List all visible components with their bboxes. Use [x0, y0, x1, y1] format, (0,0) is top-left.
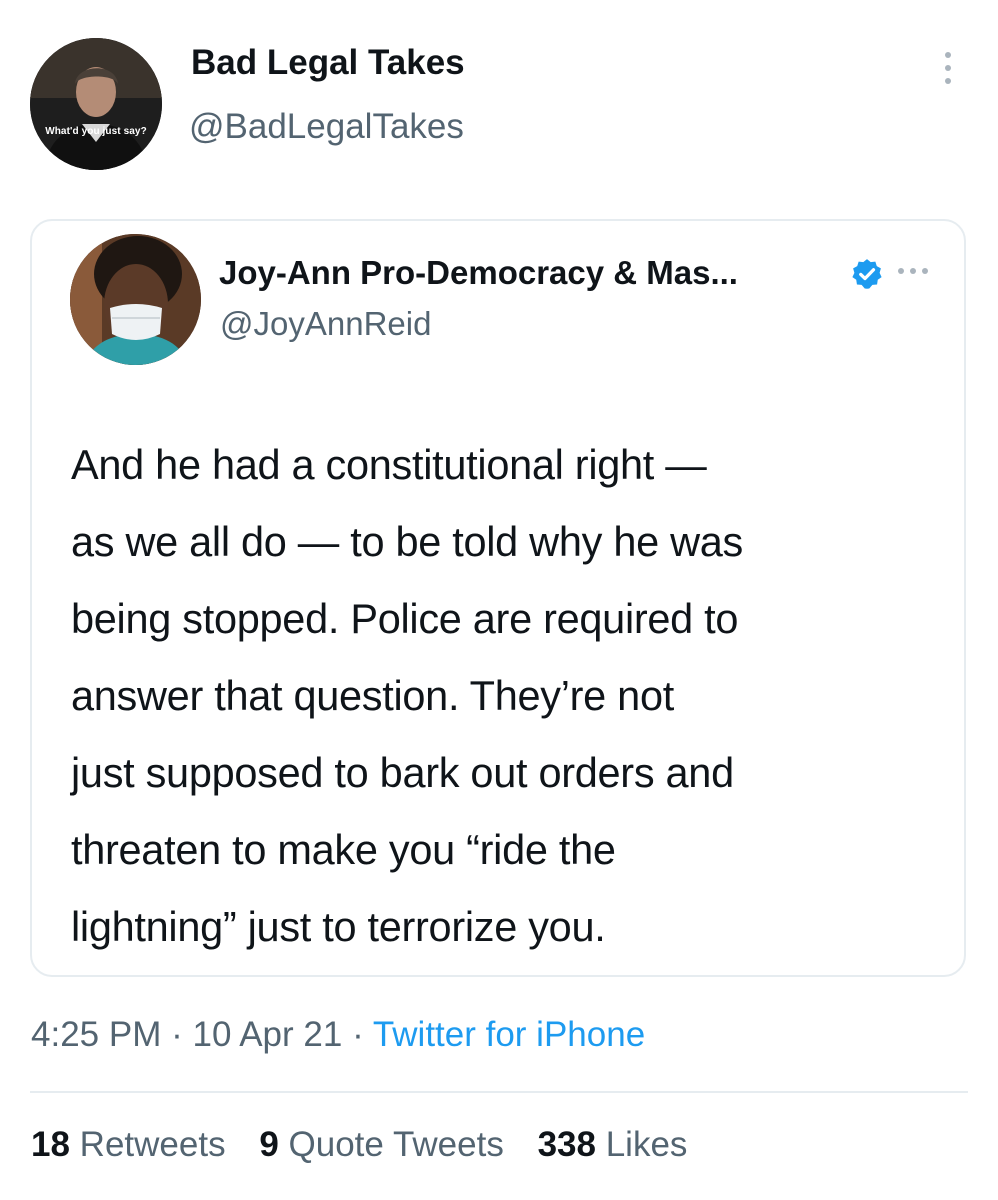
more-horizontal-icon[interactable] — [896, 261, 936, 281]
more-vertical-icon[interactable] — [936, 48, 960, 88]
author-avatar[interactable]: What'd you just say? — [30, 38, 162, 170]
meta-separator: · — [171, 1015, 183, 1054]
verified-badge-icon — [852, 259, 882, 289]
tweet-text-line: answer that question. They’re not — [71, 672, 674, 719]
retweets-count: 18 — [31, 1125, 70, 1164]
quoted-tweet-text: And he had a constitutional right — as w… — [71, 426, 941, 965]
tweet-text-line: being stopped. Police are required to — [71, 595, 739, 642]
avatar-caption: What'd you just say? — [45, 126, 147, 137]
quoted-author-avatar[interactable] — [70, 234, 201, 365]
person-avatar-icon — [70, 234, 201, 365]
author-handle[interactable]: @BadLegalTakes — [189, 107, 464, 147]
divider — [30, 1091, 968, 1093]
quoted-display-name[interactable]: Joy-Ann Pro-Democracy & Mas... — [219, 254, 738, 292]
quote-tweets-label: Quote Tweets — [288, 1125, 504, 1164]
tweet-text-line: lightning” just to terrorize you. — [71, 903, 606, 950]
tweet-meta: 4:25 PM · 10 Apr 21 · Twitter for iPhone — [31, 1015, 645, 1055]
quoted-tweet-card[interactable]: Joy-Ann Pro-Democracy & Mas... @JoyAnnRe… — [30, 219, 966, 977]
tweet-time[interactable]: 4:25 PM — [31, 1015, 161, 1054]
tweet-text-line: just supposed to bark out orders and — [71, 749, 734, 796]
judge-avatar-icon — [30, 38, 162, 170]
tweet-text-line: And he had a constitutional right — — [71, 441, 707, 488]
retweets-label: Retweets — [79, 1125, 226, 1164]
tweet-text-line: threaten to make you “ride the — [71, 826, 616, 873]
likes-count: 338 — [537, 1125, 596, 1164]
meta-separator: · — [352, 1015, 364, 1054]
quote-tweets-stat[interactable]: 9 Quote Tweets — [259, 1125, 504, 1165]
tweet-text-line: as we all do — to be told why he was — [71, 518, 744, 565]
likes-stat[interactable]: 338 Likes — [538, 1125, 688, 1165]
tweet-stats: 18 Retweets 9 Quote Tweets 338 Likes — [31, 1125, 711, 1165]
likes-label: Likes — [605, 1125, 688, 1164]
quote-tweets-count: 9 — [259, 1125, 279, 1164]
tweet-source-link[interactable]: Twitter for iPhone — [373, 1015, 645, 1054]
quoted-handle[interactable]: @JoyAnnReid — [220, 305, 431, 343]
author-display-name[interactable]: Bad Legal Takes — [191, 43, 465, 83]
retweets-stat[interactable]: 18 Retweets — [31, 1125, 226, 1165]
tweet-date[interactable]: 10 Apr 21 — [192, 1015, 342, 1054]
